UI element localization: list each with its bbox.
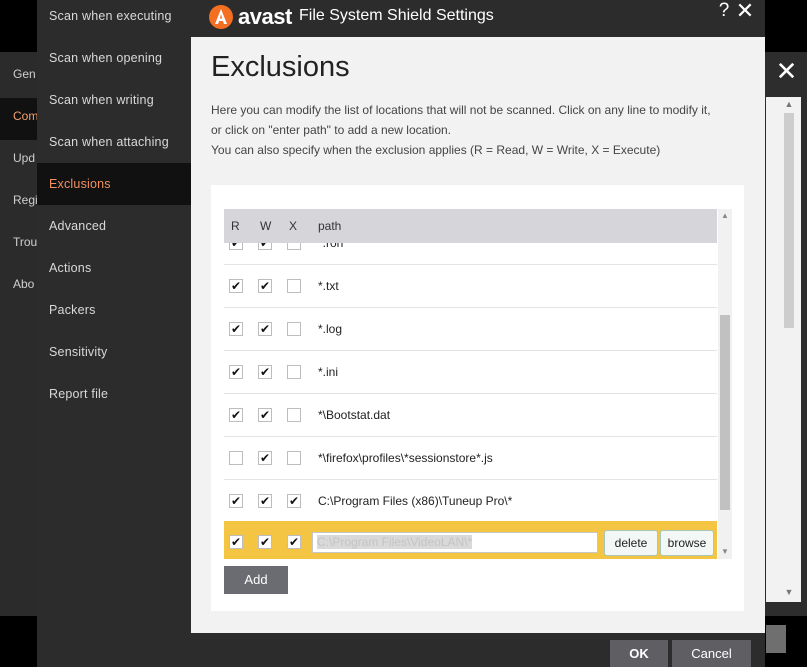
background-nav-item[interactable]: Gen bbox=[13, 67, 36, 81]
read-checkbox[interactable]: ✔ bbox=[229, 279, 243, 293]
background-nav-item[interactable]: Upd bbox=[13, 151, 35, 165]
background-nav-item[interactable]: Abo bbox=[13, 277, 34, 291]
execute-checkbox[interactable] bbox=[287, 365, 301, 379]
nav-item-advanced[interactable]: Advanced bbox=[37, 205, 191, 247]
dialog-title: File System Shield Settings bbox=[299, 7, 494, 24]
nav-item-scan-when-writing[interactable]: Scan when writing bbox=[37, 79, 191, 121]
read-checkbox[interactable]: ✔ bbox=[229, 494, 243, 508]
execute-checkbox[interactable] bbox=[287, 243, 301, 250]
write-checkbox[interactable]: ✔ bbox=[258, 451, 272, 465]
execute-checkbox[interactable]: ✔ bbox=[287, 494, 301, 508]
avast-brand-text: avast bbox=[238, 4, 292, 29]
background-scrollbar[interactable]: ▲ ▼ bbox=[783, 99, 795, 599]
table-row[interactable]: ✔ ✔ *.ini bbox=[224, 351, 717, 394]
scroll-down-icon[interactable]: ▼ bbox=[783, 587, 795, 599]
write-checkbox[interactable]: ✔ bbox=[258, 408, 272, 422]
header-read[interactable]: R bbox=[231, 219, 240, 233]
nav-item-scan-when-opening[interactable]: Scan when opening bbox=[37, 37, 191, 79]
grid-header: R W X path bbox=[224, 209, 717, 243]
background-close-icon[interactable]: ✕ bbox=[766, 54, 807, 88]
background-nav-item[interactable]: Trou bbox=[13, 235, 37, 249]
nav-item-scan-when-attaching[interactable]: Scan when attaching bbox=[37, 121, 191, 163]
background-button[interactable] bbox=[766, 625, 786, 653]
browse-button[interactable]: browse bbox=[660, 530, 714, 556]
row-path: *.ron bbox=[318, 243, 344, 250]
help-icon[interactable]: ? bbox=[715, 0, 733, 22]
read-checkbox[interactable] bbox=[229, 451, 243, 465]
delete-button[interactable]: delete bbox=[604, 530, 658, 556]
exclusions-content: Exclusions Here you can modify the list … bbox=[191, 37, 765, 633]
nav-item-report-file[interactable]: Report file bbox=[37, 373, 191, 415]
write-checkbox[interactable]: ✔ bbox=[258, 535, 272, 549]
scroll-down-icon[interactable]: ▼ bbox=[718, 545, 732, 559]
row-path: *\Bootstat.dat bbox=[318, 408, 391, 422]
write-checkbox[interactable]: ✔ bbox=[258, 494, 272, 508]
read-checkbox[interactable]: ✔ bbox=[229, 243, 243, 250]
page-title: Exclusions bbox=[211, 51, 350, 83]
execute-checkbox[interactable]: ✔ bbox=[287, 535, 301, 549]
path-input[interactable]: C:\Program Files\VideoLAN\* bbox=[312, 532, 598, 553]
row-path: *.log bbox=[318, 322, 343, 336]
table-row[interactable]: ✔ *\firefox\profiles\*sessionstore*.js bbox=[224, 437, 717, 480]
nav-item-actions[interactable]: Actions bbox=[37, 247, 191, 289]
table-row[interactable]: ✔ ✔ ✔ C:\Program Files (x86)\Tuneup Pro\* bbox=[224, 480, 717, 523]
nav-item-scan-when-executing[interactable]: Scan when executing bbox=[37, 0, 191, 37]
avast-logo-icon bbox=[209, 5, 233, 29]
background-nav-item-active[interactable]: Com bbox=[13, 109, 38, 123]
description-line-3: You can also specify when the exclusion … bbox=[211, 143, 661, 157]
table-row[interactable]: ✔ ✔ *.txt bbox=[224, 265, 717, 308]
table-row[interactable]: ✔ ✔ *.ron bbox=[224, 243, 717, 265]
table-row[interactable]: ✔ ✔ *\Bootstat.dat bbox=[224, 394, 717, 437]
read-checkbox[interactable]: ✔ bbox=[229, 365, 243, 379]
row-path: *.ini bbox=[318, 365, 339, 379]
write-checkbox[interactable]: ✔ bbox=[258, 322, 272, 336]
table-row-editing[interactable]: ✔ ✔ ✔ C:\Program Files\VideoLAN\* delete… bbox=[224, 521, 717, 559]
scroll-thumb[interactable] bbox=[784, 113, 794, 328]
background-content-panel: ▲ ▼ bbox=[766, 97, 801, 653]
read-checkbox[interactable]: ✔ bbox=[229, 535, 243, 549]
nav-item-sensitivity[interactable]: Sensitivity bbox=[37, 331, 191, 373]
add-button[interactable]: Add bbox=[224, 566, 288, 594]
avast-logo: avast bbox=[208, 4, 292, 30]
description-line-1: Here you can modify the list of location… bbox=[211, 103, 711, 117]
cancel-button[interactable]: Cancel bbox=[672, 640, 751, 667]
settings-dialog: Scan when executing Scan when opening Sc… bbox=[37, 0, 765, 667]
path-input-value: C:\Program Files\VideoLAN\* bbox=[317, 535, 473, 549]
read-checkbox[interactable]: ✔ bbox=[229, 322, 243, 336]
execute-checkbox[interactable] bbox=[287, 322, 301, 336]
scroll-thumb[interactable] bbox=[720, 315, 730, 510]
write-checkbox[interactable]: ✔ bbox=[258, 243, 272, 250]
execute-checkbox[interactable] bbox=[287, 279, 301, 293]
row-path: C:\Program Files (x86)\Tuneup Pro\* bbox=[318, 494, 513, 508]
settings-nav: Scan when executing Scan when opening Sc… bbox=[37, 0, 191, 667]
row-path: *\firefox\profiles\*sessionstore*.js bbox=[318, 451, 493, 465]
scroll-up-icon[interactable]: ▲ bbox=[783, 99, 795, 111]
nav-item-exclusions[interactable]: Exclusions bbox=[37, 163, 191, 205]
description-line-2: or click on "enter path" to add a new lo… bbox=[211, 123, 451, 137]
read-checkbox[interactable]: ✔ bbox=[229, 408, 243, 422]
background-nav-item[interactable]: Regi bbox=[13, 193, 38, 207]
nav-item-packers[interactable]: Packers bbox=[37, 289, 191, 331]
header-write[interactable]: W bbox=[260, 219, 271, 233]
background-nav: Gen Com Upd Regi Trou Abo bbox=[0, 52, 40, 616]
background-right-column: ✕ ▲ ▼ bbox=[766, 52, 807, 653]
exclusions-panel: R W X path ✔ ✔ *.ron ✔ ✔ *.txt ✔ ✔ *.log ✔ ✔ *.ini ✔… bbox=[211, 185, 744, 611]
title-bar: avast File System Shield Settings ? ✕ bbox=[191, 0, 765, 36]
ok-button[interactable]: OK bbox=[610, 640, 668, 667]
write-checkbox[interactable]: ✔ bbox=[258, 365, 272, 379]
execute-checkbox[interactable] bbox=[287, 451, 301, 465]
header-execute[interactable]: X bbox=[289, 219, 297, 233]
execute-checkbox[interactable] bbox=[287, 408, 301, 422]
table-row[interactable]: ✔ ✔ *.log bbox=[224, 308, 717, 351]
exclusions-list: ✔ ✔ *.ron ✔ ✔ *.txt ✔ ✔ *.log ✔ ✔ *.ini ✔ ✔ *\Bootstat… bbox=[224, 243, 717, 559]
header-path[interactable]: path bbox=[318, 219, 341, 233]
scroll-up-icon[interactable]: ▲ bbox=[718, 209, 732, 223]
close-icon[interactable]: ✕ bbox=[735, 0, 755, 22]
row-path: *.txt bbox=[318, 279, 339, 293]
grid-scrollbar[interactable]: ▲ ▼ bbox=[718, 209, 732, 559]
write-checkbox[interactable]: ✔ bbox=[258, 279, 272, 293]
